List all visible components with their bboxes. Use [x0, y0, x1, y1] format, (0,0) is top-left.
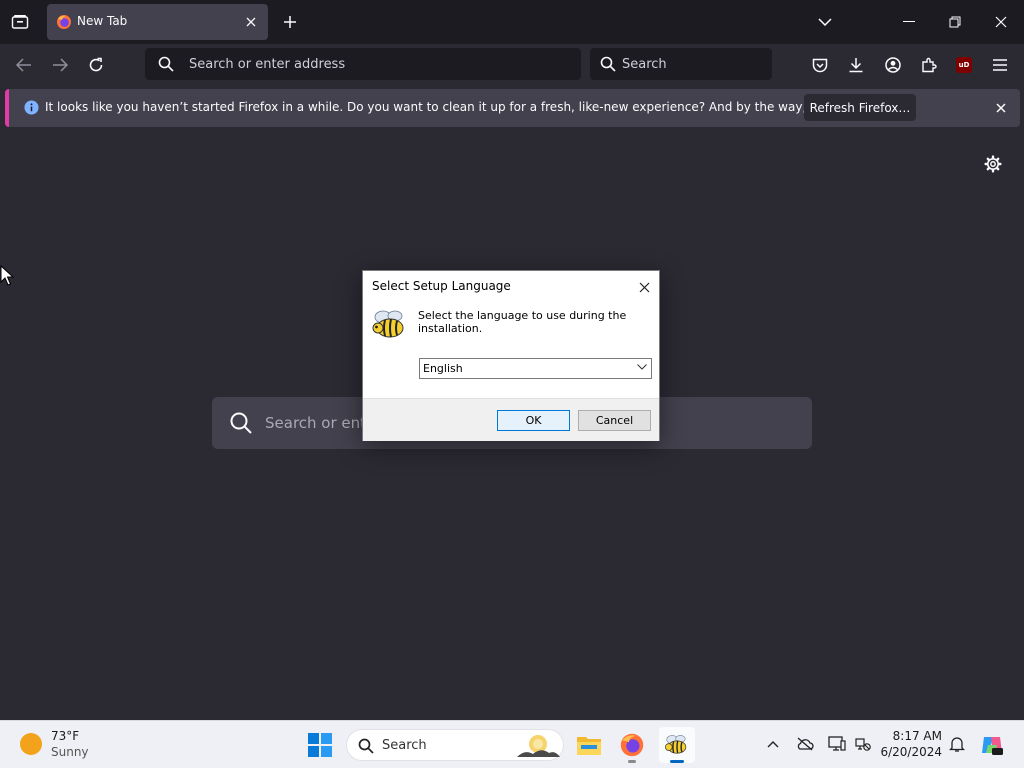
show-hidden-icons-button[interactable] [762, 733, 784, 755]
ublock-origin-button[interactable]: uD [951, 52, 977, 78]
info-icon [24, 100, 39, 115]
newtab-settings-button[interactable] [981, 152, 1005, 176]
reload-button[interactable] [83, 52, 109, 78]
account-button[interactable] [880, 52, 906, 78]
mouse-cursor-icon [0, 265, 14, 286]
search-icon [230, 412, 252, 434]
windows-start-icon[interactable] [308, 733, 332, 757]
cloud-off-icon [797, 737, 814, 751]
close-icon [996, 103, 1006, 113]
dialog-footer: OK Cancel [363, 398, 659, 441]
chevron-down-icon [637, 364, 647, 370]
restore-icon [949, 16, 961, 28]
pocket-icon [812, 58, 828, 72]
address-bar[interactable] [145, 48, 581, 80]
clock-date: 6/20/2024 [880, 745, 942, 759]
setup-language-dialog: Select Setup Language Select the languag… [362, 270, 660, 441]
notification-message: It looks like you haven’t started Firefo… [45, 100, 901, 114]
close-icon [639, 282, 649, 292]
taskbar-clock[interactable]: 8:17 AM 6/20/2024 [872, 728, 942, 760]
ublock-origin-icon: uD [956, 57, 972, 73]
download-icon [849, 58, 863, 73]
tab-new-tab[interactable]: New Tab [47, 4, 268, 40]
minimize-button[interactable] [896, 10, 922, 34]
dialog-message: Select the language to use during the in… [418, 309, 627, 335]
firefox-icon [620, 733, 644, 757]
clock-time: 8:17 AM [892, 729, 942, 743]
close-icon [995, 16, 1007, 28]
firefox-icon [57, 15, 71, 29]
navigation-toolbar: uD [0, 44, 1024, 86]
newtab-search-placeholder: Search or ente [265, 414, 376, 432]
tab-strip: New Tab [0, 0, 1024, 44]
language-select[interactable]: English [419, 358, 652, 379]
arrow-left-icon [16, 58, 31, 72]
dialog-close-button[interactable] [633, 276, 655, 298]
downloads-button[interactable] [843, 52, 869, 78]
weather-condition[interactable]: Sunny [51, 745, 89, 759]
close-icon [246, 17, 256, 27]
extensions-button[interactable] [916, 52, 942, 78]
firefox-view-button[interactable] [6, 9, 34, 35]
reload-icon [89, 57, 103, 72]
refresh-firefox-button[interactable]: Refresh Firefox… [804, 94, 916, 121]
weather-sun-icon[interactable] [20, 733, 42, 755]
search-input[interactable] [622, 48, 762, 80]
bee-icon [372, 310, 404, 338]
network-icon [855, 738, 871, 751]
search-bar[interactable] [590, 48, 772, 80]
window-close-button[interactable] [988, 10, 1014, 34]
dialog-title: Select Setup Language [372, 279, 511, 293]
notification-close-button[interactable] [991, 98, 1011, 118]
minimize-icon [903, 21, 915, 22]
setup-bee-icon [665, 735, 687, 754]
active-indicator [670, 760, 684, 763]
forward-button[interactable] [47, 52, 73, 78]
tab-close-button[interactable] [242, 13, 260, 31]
tab-title: New Tab [77, 14, 128, 28]
file-explorer-icon [577, 737, 601, 755]
cancel-button[interactable]: Cancel [578, 410, 651, 431]
monitor-icon [828, 736, 846, 751]
taskbar-search-box[interactable] [346, 729, 564, 761]
bell-icon [949, 737, 965, 752]
arrow-right-icon [53, 58, 68, 72]
taskbar-firefox[interactable] [614, 727, 650, 763]
copilot-icon[interactable] [980, 733, 1004, 757]
hamburger-menu-icon [993, 59, 1007, 71]
account-icon [885, 57, 901, 73]
taskbar-setup[interactable] [659, 727, 695, 763]
running-indicator [628, 760, 636, 763]
restore-button[interactable] [942, 10, 968, 34]
list-all-tabs-button[interactable] [814, 12, 836, 32]
search-highlight-icon [517, 735, 560, 757]
pocket-button[interactable] [807, 52, 833, 78]
search-icon [358, 738, 374, 754]
chevron-up-icon [767, 741, 779, 748]
firefox-view-icon [11, 15, 29, 29]
display-tray-button[interactable] [826, 733, 848, 755]
search-icon [158, 56, 174, 72]
gear-icon [984, 155, 1002, 173]
chevron-down-icon [818, 18, 832, 26]
ok-button[interactable]: OK [497, 410, 570, 431]
new-tab-button[interactable] [278, 11, 302, 33]
taskbar-search-input[interactable] [382, 730, 512, 760]
address-input[interactable] [189, 48, 569, 80]
plus-icon [284, 16, 296, 28]
puzzle-icon [922, 57, 937, 73]
network-tray-button[interactable] [852, 733, 874, 755]
notifications-button[interactable] [946, 733, 968, 755]
search-icon [600, 56, 616, 72]
back-button[interactable] [11, 52, 37, 78]
onedrive-tray-button[interactable] [794, 733, 816, 755]
app-menu-button[interactable] [987, 52, 1013, 78]
language-select-value: English [423, 362, 463, 375]
windows-taskbar: 73°F Sunny Search 8:17 AM 6/20/2024 [0, 720, 1024, 768]
refresh-notification-bar: It looks like you haven’t started Firefo… [5, 89, 1020, 127]
weather-temperature[interactable]: 73°F [51, 729, 79, 743]
taskbar-file-explorer[interactable] [571, 727, 607, 763]
